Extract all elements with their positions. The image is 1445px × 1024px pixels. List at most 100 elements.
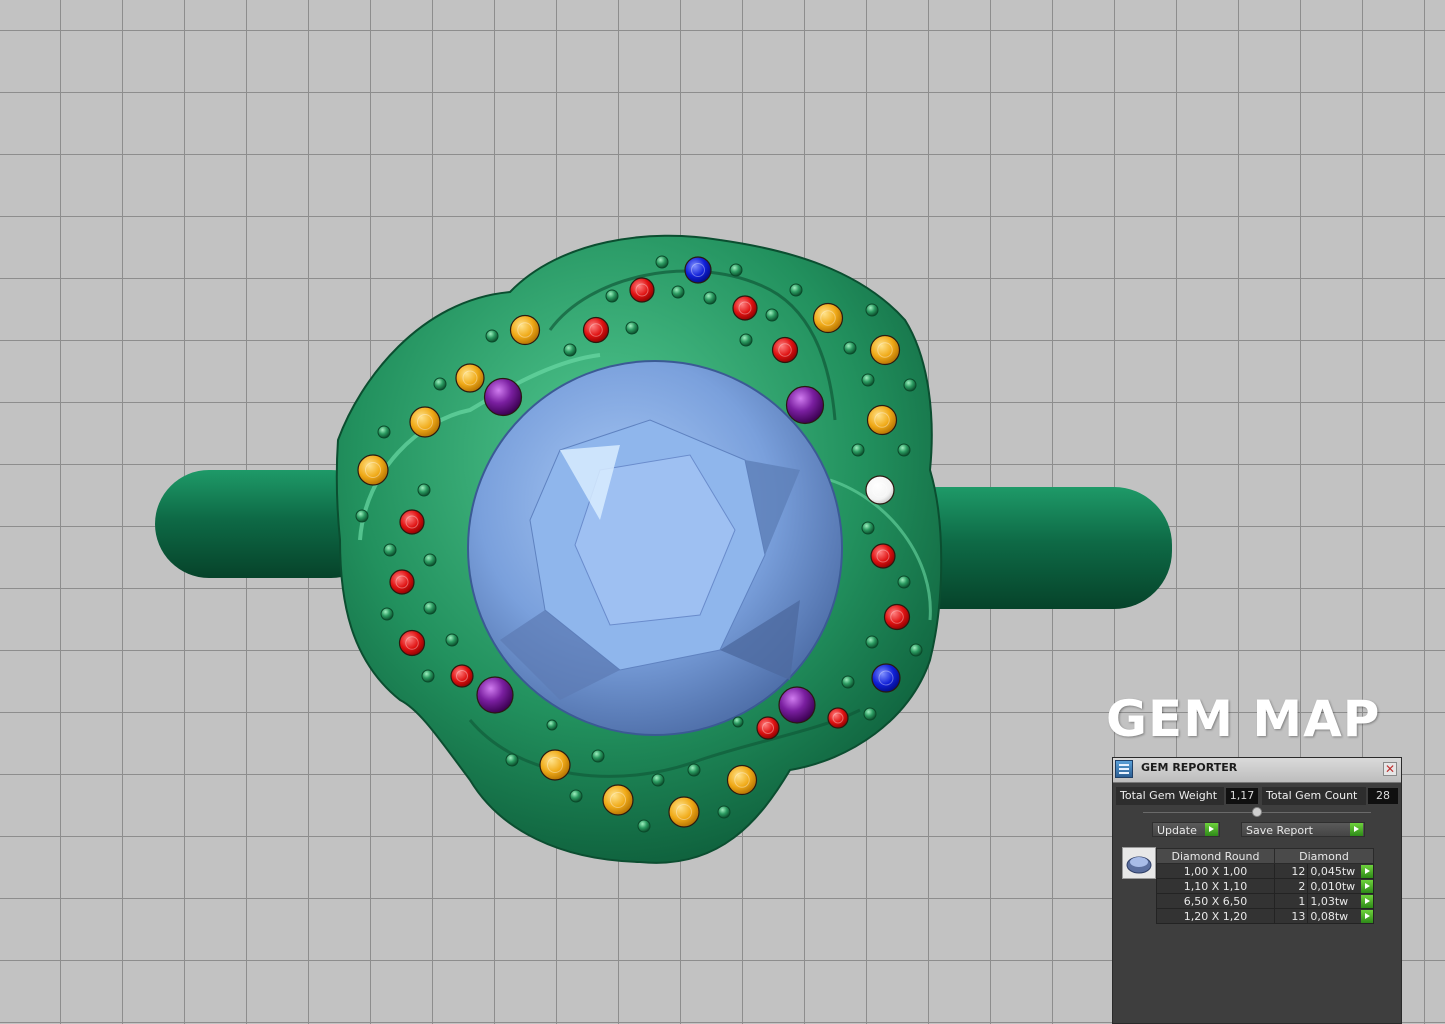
red-gem xyxy=(399,509,425,535)
update-button-label: Update xyxy=(1157,824,1197,837)
save-report-button[interactable]: Save Report xyxy=(1241,822,1365,837)
metal-bead xyxy=(843,341,857,355)
yellow-gem xyxy=(539,749,571,781)
select-gem-arrow-icon[interactable] xyxy=(1361,895,1373,908)
select-gem-arrow-icon[interactable] xyxy=(1361,865,1373,878)
gem-count-cell: 1 xyxy=(1273,893,1309,909)
gem-size-cell: 1,20 X 1,20 xyxy=(1156,908,1275,924)
yellow-gem xyxy=(357,454,389,486)
metal-bead xyxy=(625,321,639,335)
purple-prong xyxy=(785,385,825,425)
metal-bead xyxy=(903,378,917,392)
panel-title: GEM REPORTER xyxy=(1141,761,1238,774)
update-button[interactable]: Update xyxy=(1152,822,1220,837)
yellow-gem xyxy=(455,363,485,393)
column-header-diamond: Diamond xyxy=(1274,848,1374,864)
gem-size-cell: 1,10 X 1,10 xyxy=(1156,878,1275,894)
total-count-label: Total Gem Count xyxy=(1262,787,1366,805)
yellow-gem xyxy=(409,406,441,438)
total-weight-label: Total Gem Weight xyxy=(1116,787,1224,805)
gem-weight-wrap: 0,08tw xyxy=(1307,908,1374,924)
metal-bead xyxy=(789,283,803,297)
totals-row: Total Gem Weight 1,17 Total Gem Count 28 xyxy=(1116,787,1398,805)
metal-bead xyxy=(897,443,911,457)
gem-count-cell: 12 xyxy=(1273,863,1309,879)
blue-gem xyxy=(684,256,712,284)
diamond-round-thumbnail[interactable] xyxy=(1122,847,1156,879)
center-stone[interactable] xyxy=(467,360,843,736)
gem-weight-cell: 0,045tw xyxy=(1310,864,1356,878)
panel-titlebar[interactable]: GEM REPORTER ✕ xyxy=(1113,758,1401,783)
gem-count-cell: 13 xyxy=(1273,908,1309,924)
metal-bead xyxy=(703,291,717,305)
metal-bead xyxy=(863,707,877,721)
gem-shape-icon xyxy=(1126,856,1152,874)
gem-table: Diamond Round Diamond 1,00 X 1,00 12 0,0… xyxy=(1156,848,1374,924)
gem-weight-wrap: 0,010tw xyxy=(1307,878,1374,894)
metal-bead xyxy=(563,343,577,357)
metal-bead xyxy=(671,285,685,299)
red-gem xyxy=(883,603,911,631)
gem-weight-wrap: 1,03tw xyxy=(1307,893,1374,909)
yellow-gem xyxy=(869,334,901,366)
table-row[interactable]: 6,50 X 6,50 1 1,03tw xyxy=(1156,893,1374,909)
total-weight-value: 1,17 xyxy=(1226,788,1258,804)
gem-reporter-panel: GEM REPORTER ✕ Total Gem Weight 1,17 Tot… xyxy=(1112,757,1402,1024)
table-row[interactable]: 1,10 X 1,10 2 0,010tw xyxy=(1156,878,1374,894)
metal-bead xyxy=(445,633,459,647)
red-gem xyxy=(732,295,758,321)
red-gem xyxy=(756,716,780,740)
metal-bead xyxy=(765,308,779,322)
red-gem xyxy=(389,569,415,595)
blue-gem xyxy=(871,663,901,693)
metal-bead xyxy=(505,753,519,767)
gem-weight-cell: 0,010tw xyxy=(1310,879,1356,893)
white-gem xyxy=(865,475,895,505)
metal-bead xyxy=(865,635,879,649)
metal-bead xyxy=(423,601,437,615)
collapse-knob[interactable] xyxy=(1252,807,1262,817)
metal-bead xyxy=(377,425,391,439)
gem-weight-wrap: 0,045tw xyxy=(1307,863,1374,879)
metal-bead xyxy=(861,521,875,535)
metal-bead xyxy=(732,716,744,728)
close-icon[interactable]: ✕ xyxy=(1383,762,1397,776)
metal-bead xyxy=(569,789,583,803)
red-gem xyxy=(398,629,426,657)
yellow-gem xyxy=(602,784,634,816)
select-gem-arrow-icon[interactable] xyxy=(1361,910,1373,923)
yellow-gem xyxy=(668,796,700,828)
metal-bead xyxy=(909,643,923,657)
table-row[interactable]: 1,20 X 1,20 13 0,08tw xyxy=(1156,908,1374,924)
total-count-value: 28 xyxy=(1368,788,1398,804)
metal-bead xyxy=(383,543,397,557)
metal-bead xyxy=(433,377,447,391)
purple-prong xyxy=(483,377,523,417)
metal-bead xyxy=(717,805,731,819)
metal-bead xyxy=(421,669,435,683)
gem-weight-cell: 1,03tw xyxy=(1310,894,1349,908)
metal-bead xyxy=(841,675,855,689)
red-gem xyxy=(827,707,849,729)
save-report-button-label: Save Report xyxy=(1246,824,1313,837)
red-gem xyxy=(582,316,610,344)
gem-map-title: GEM MAP xyxy=(1106,690,1381,748)
red-gem xyxy=(771,336,799,364)
gem-size-cell: 6,50 X 6,50 xyxy=(1156,893,1275,909)
column-header-diamond-round: Diamond Round xyxy=(1156,848,1275,864)
purple-prong xyxy=(476,676,514,714)
metal-bead xyxy=(485,329,499,343)
select-gem-arrow-icon[interactable] xyxy=(1361,880,1373,893)
red-gem xyxy=(629,277,655,303)
metal-bead xyxy=(861,373,875,387)
play-arrow-icon xyxy=(1205,823,1218,836)
metal-bead xyxy=(423,553,437,567)
metal-bead xyxy=(655,255,669,269)
yellow-gem xyxy=(812,302,844,334)
metal-bead xyxy=(865,303,879,317)
table-row[interactable]: 1,00 X 1,00 12 0,045tw xyxy=(1156,863,1374,879)
play-arrow-icon xyxy=(1350,823,1363,836)
metal-bead xyxy=(739,333,753,347)
metal-bead xyxy=(729,263,743,277)
metal-bead xyxy=(851,443,865,457)
